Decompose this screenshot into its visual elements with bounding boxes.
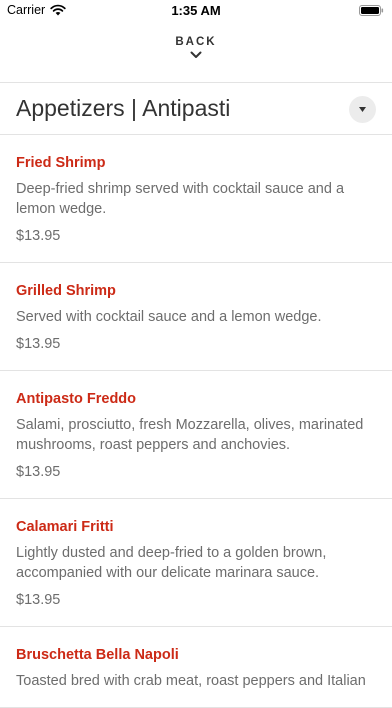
header-divider [0,82,392,83]
battery-icon [359,5,384,16]
menu-item[interactable]: Calamari Fritti Lightly dusted and deep-… [0,499,392,627]
menu-item-description: Toasted bred with crab meat, roast peppe… [16,673,366,689]
menu-item-name: Calamari Fritti [16,519,114,535]
caret-down-icon [359,107,366,112]
back-label: BACK [175,36,217,48]
back-button[interactable]: BACK [0,36,392,72]
menu-item-description: Served with cocktail sauce and a lemon w… [16,309,322,325]
menu-item-name: Fried Shrimp [16,155,106,171]
menu-item[interactable]: Fried Shrimp Deep-fried shrimp served wi… [0,135,392,263]
chevron-down-icon [190,51,202,58]
menu-item-name: Bruschetta Bella Napoli [16,647,179,663]
menu-item-price: $13.95 [16,228,61,244]
menu-item-name: Grilled Shrimp [16,283,116,299]
menu-item-price: $13.95 [16,464,61,480]
menu-item[interactable]: Antipasto Freddo Salami, prosciutto, fre… [0,371,392,499]
status-time: 1:35 AM [171,3,221,18]
menu-item-price: $13.95 [16,592,61,608]
menu-item-list: Fried Shrimp Deep-fried shrimp served wi… [0,135,392,708]
menu-item-name: Antipasto Freddo [16,391,137,407]
category-title: Appetizers | Antipasti [16,95,231,121]
status-bar: Carrier 1:35 AM [0,0,392,22]
menu-item-description: Deep-fried shrimp served with cocktail s… [16,181,345,217]
menu-item-description: Lightly dusted and deep-fried to a golde… [16,545,327,581]
menu-item-description: Salami, prosciutto, fresh Mozzarella, ol… [16,417,364,453]
category-dropdown-button[interactable] [349,96,376,123]
menu-item[interactable]: Grilled Shrimp Served with cocktail sauc… [0,263,392,371]
menu-item-price: $13.95 [16,336,61,352]
